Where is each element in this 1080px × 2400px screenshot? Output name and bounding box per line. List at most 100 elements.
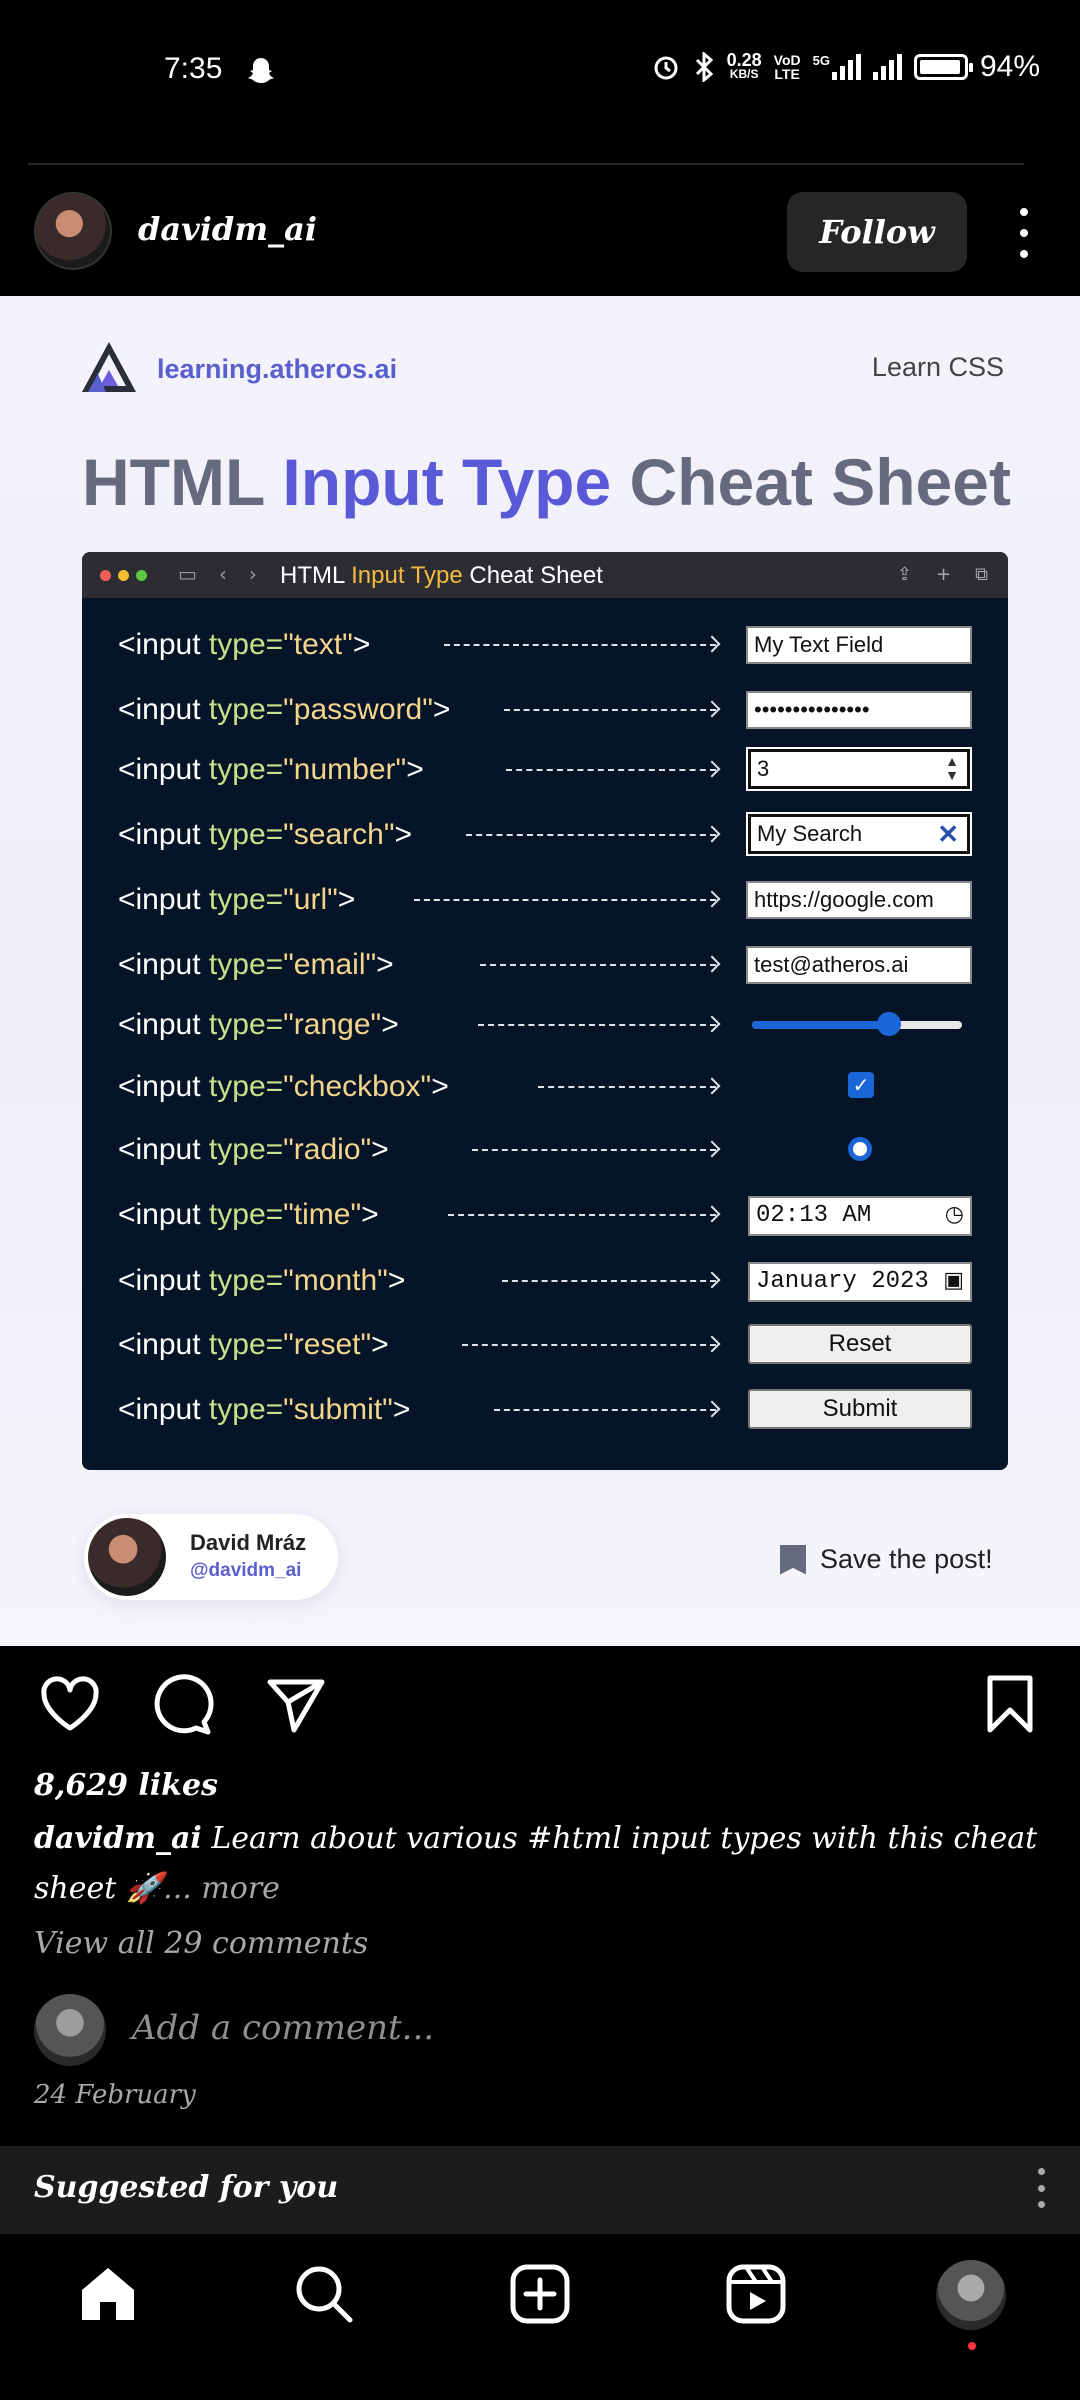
cheat-row-month: <input type="month"> January 2023 ▣ <box>82 1256 1008 1306</box>
browser-window: ▭ ‹ › HTML Input Type Cheat Sheet ⇪ + ⧉ … <box>82 552 1008 1470</box>
browser-title: HTML Input Type Cheat Sheet <box>280 562 603 589</box>
chip-author-handle: @davidm_ai <box>190 1560 302 1581</box>
sidebar-icon: ▭ <box>178 562 197 586</box>
share-icon: ⇪ <box>896 564 913 585</box>
author-avatar[interactable] <box>34 192 112 270</box>
battery-icon <box>913 54 973 80</box>
range-thumb <box>876 1012 901 1036</box>
more-options-icon[interactable] <box>1010 208 1038 258</box>
url-field: https://google.com <box>746 881 972 919</box>
cheat-code-number: <input type="number"> <box>118 753 424 786</box>
reels-icon[interactable] <box>724 2262 788 2326</box>
share-send-icon[interactable] <box>264 1672 328 1736</box>
post-date: 24 February <box>34 2080 196 2110</box>
month-picker: January 2023 ▣ <box>748 1262 972 1302</box>
learn-css-link: Learn CSS <box>871 352 1004 382</box>
cheat-row-email: <input type="email"> test@atheros.ai <box>82 940 1008 990</box>
dashed-arrow-icon <box>538 1086 716 1088</box>
browser-nav: ▭ ‹ › <box>178 562 257 586</box>
submit-button: Submit <box>748 1389 972 1429</box>
suggested-more-icon[interactable] <box>1036 2168 1046 2208</box>
clear-search-icon: ✕ <box>937 819 959 849</box>
number-field: 3 ▲ ▼ <box>746 747 972 791</box>
text-field: My Text Field <box>746 626 972 664</box>
post-actions <box>0 1646 1080 1766</box>
comment-icon[interactable] <box>150 1672 214 1736</box>
suggested-section: Suggested for you <box>0 2146 1080 2234</box>
time-picker: 02:13 AM ◷ <box>748 1196 972 1236</box>
status-time: 7:35 <box>164 52 223 85</box>
post-header: davidm_ai Follow <box>0 170 1080 296</box>
post-username[interactable]: davidm_ai <box>138 210 317 248</box>
follow-button[interactable]: Follow <box>787 192 967 272</box>
cheat-code-range: <input type="range"> <box>118 1008 399 1041</box>
clock-icon: ◷ <box>944 1202 964 1227</box>
maximize-dot-icon <box>136 570 147 581</box>
cheat-row-search: <input type="search"> My Search ✕ <box>82 810 1008 860</box>
browser-actions: ⇪ + ⧉ <box>897 564 988 585</box>
reset-button: Reset <box>748 1324 972 1364</box>
email-field: test@atheros.ai <box>746 946 972 984</box>
signal-bars-icon <box>831 54 861 80</box>
atheros-logo-icon <box>82 342 136 392</box>
suggested-label: Suggested for you <box>34 2170 339 2205</box>
home-icon[interactable] <box>76 2262 140 2326</box>
cheat-row-password: <input type="password"> ••••••••••••••• <box>82 685 1008 735</box>
dashed-arrow-icon <box>466 834 716 836</box>
caption-username[interactable]: davidm_ai <box>34 1821 202 1856</box>
cheat-code-submit: <input type="submit"> <box>118 1393 411 1426</box>
view-comments-link[interactable]: View all 29 comments <box>34 1926 368 1961</box>
cheat-code-password: <input type="password"> <box>118 693 451 726</box>
chip-author-name: David Mráz <box>190 1530 307 1555</box>
add-comment-input[interactable]: Add a comment... <box>132 2008 434 2048</box>
author-chip: David Mráz @davidm_ai <box>84 1514 338 1600</box>
brand-name: learning.atheros.ai <box>157 354 398 384</box>
volte-indicator: VoD LTE <box>773 52 801 82</box>
caption-more-link[interactable]: ... more <box>163 1871 280 1906</box>
dashed-arrow-icon <box>506 769 716 771</box>
bookmark-check-icon <box>780 1544 806 1575</box>
cheat-row-time: <input type="time"> 02:13 AM ◷ <box>82 1190 1008 1240</box>
notification-dot <box>968 2342 976 2350</box>
dashed-arrow-icon <box>472 1149 716 1151</box>
dashed-arrow-icon <box>480 964 716 966</box>
profile-avatar[interactable] <box>936 2260 1006 2330</box>
range-slider <box>752 1012 962 1036</box>
cheat-code-email: <input type="email"> <box>118 948 394 981</box>
dashed-arrow-icon <box>478 1024 716 1026</box>
like-heart-icon[interactable] <box>38 1672 102 1736</box>
create-post-icon[interactable] <box>508 2262 572 2326</box>
tabs-icon: ⧉ <box>975 564 988 585</box>
minimize-dot-icon <box>118 570 129 581</box>
cheat-row-checkbox: <input type="checkbox"> ✓ <box>82 1062 1008 1112</box>
bottom-nav <box>0 2234 1080 2400</box>
search-icon[interactable] <box>292 2262 356 2326</box>
network-speed: 0.28 KB/S <box>726 50 762 81</box>
dashed-arrow-icon <box>504 709 716 711</box>
bluetooth-icon <box>695 52 713 82</box>
dashed-arrow-icon <box>494 1409 716 1411</box>
dashed-arrow-icon <box>448 1214 716 1216</box>
dashed-arrow-icon <box>414 899 716 901</box>
cheat-row-number: <input type="number"> 3 ▲ ▼ <box>82 745 1008 795</box>
snapchat-icon <box>248 58 274 83</box>
dashed-arrow-icon <box>502 1280 716 1282</box>
password-field: ••••••••••••••• <box>746 691 972 729</box>
new-tab-icon: + <box>936 564 952 585</box>
cheat-row-radio: <input type="radio"> <box>82 1125 1008 1175</box>
post-image[interactable]: learning.atheros.ai Learn CSS HTML Input… <box>0 296 1080 1646</box>
chip-avatar <box>88 1518 166 1596</box>
like-count[interactable]: 8,629 likes <box>34 1768 218 1803</box>
calendar-icon: ▣ <box>943 1268 964 1293</box>
battery-percent: 94% <box>979 50 1040 83</box>
cheat-code-checkbox: <input type="checkbox"> <box>118 1070 449 1103</box>
cheat-row-url: <input type="url"> https://google.com <box>82 875 1008 925</box>
bookmark-icon[interactable] <box>978 1672 1042 1736</box>
signal-5g: 5G <box>813 54 861 80</box>
cheat-row-range: <input type="range"> <box>82 1000 1008 1050</box>
save-post-hint: Save the post! <box>780 1544 993 1575</box>
status-bar: 7:35 0.28 KB/S VoD LTE 5G 94% <box>0 0 1080 118</box>
browser-titlebar: ▭ ‹ › HTML Input Type Cheat Sheet ⇪ + ⧉ <box>82 552 1008 598</box>
current-user-avatar <box>34 1994 106 2066</box>
post-caption: davidm_ai Learn about various #html inpu… <box>34 1814 1050 1914</box>
